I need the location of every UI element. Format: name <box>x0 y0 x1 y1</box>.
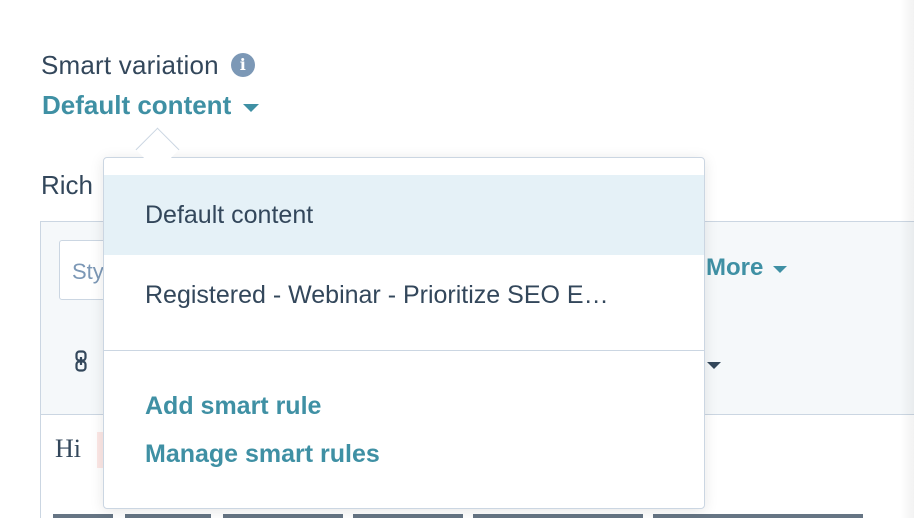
info-icon[interactable]: i <box>230 53 255 77</box>
option-label: Default content <box>145 200 314 229</box>
rich-text-label: Rich <box>41 170 94 200</box>
dropdown-option-registered-webinar[interactable]: Registered - Webinar - Prioritize SEO E… <box>104 255 704 335</box>
caret-down-icon[interactable] <box>707 362 721 369</box>
editor-greeting: Hi <box>55 434 81 463</box>
smart-variation-label: Smart variation <box>41 49 219 80</box>
smart-content-panel: Smart variation i Default content Rich S… <box>0 0 914 518</box>
more-label: More <box>706 254 764 281</box>
smart-variation-header: Smart variation i <box>41 48 255 82</box>
variation-selected-value: Default content <box>42 90 232 120</box>
more-button[interactable]: More <box>706 254 788 282</box>
dropdown-list: Default content Registered - Webinar - P… <box>104 158 704 508</box>
variation-dropdown-menu: Default content Registered - Webinar - P… <box>103 157 705 509</box>
manage-smart-rules-link[interactable]: Manage smart rules <box>145 440 380 469</box>
variation-dropdown-toggle[interactable]: Default content <box>42 90 260 121</box>
option-label: Registered - Webinar - Prioritize SEO E… <box>145 280 609 309</box>
panel-edge-shadow <box>900 0 914 518</box>
dropdown-divider <box>104 350 704 351</box>
editor-text-line <box>53 508 913 518</box>
add-smart-rule-link[interactable]: Add smart rule <box>145 392 321 421</box>
caret-down-icon <box>243 103 260 112</box>
link-icon[interactable] <box>75 350 87 372</box>
caret-down-icon <box>773 265 788 273</box>
dropdown-option-default-content[interactable]: Default content <box>104 175 704 255</box>
